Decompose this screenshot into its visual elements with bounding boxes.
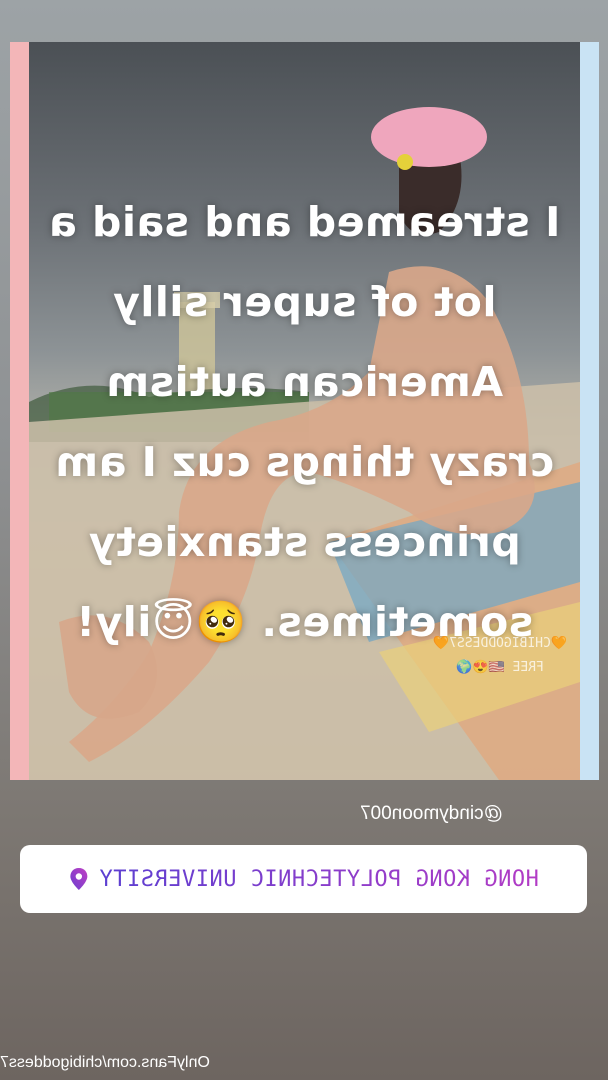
location-sticker[interactable]: HONG KONG POLYTECHNIC UNIVERSITY	[20, 845, 587, 913]
caption-line: lot of super silly	[112, 278, 497, 326]
caption-line: princess stanxiety	[88, 518, 521, 566]
caption-line: American autism	[105, 358, 504, 406]
story-caption: I streamed and said a lot of super silly…	[10, 182, 599, 662]
map-pin-icon	[70, 868, 88, 890]
username-mention[interactable]: @cindymoon007	[360, 803, 582, 825]
watermark-text: 🧡CHIBIGODDESS7🧡 FREE 🇺🇸😍🌍	[432, 636, 568, 675]
caption-line: I streamed and said a	[48, 198, 561, 246]
story-card: I streamed and said a lot of super silly…	[10, 42, 599, 780]
caption-line: crazy things cuz I am	[54, 438, 555, 486]
location-label: HONG KONG POLYTECHNIC UNIVERSITY	[98, 866, 539, 892]
source-url: OnlyFans.com/chibigoddess7	[0, 1054, 210, 1071]
